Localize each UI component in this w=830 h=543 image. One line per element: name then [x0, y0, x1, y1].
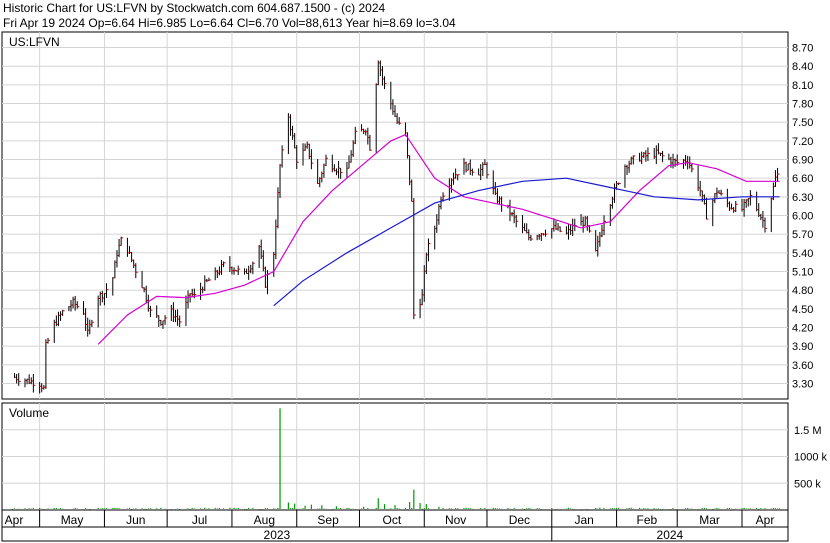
- price-axis: 8.70 8.40 8.10 7.80 7.50 7.20 6.90 6.60 6.30 6.00…: [792, 43, 813, 391]
- month-label: Feb: [637, 513, 658, 527]
- volume-tick-label: 1000 k: [794, 452, 828, 464]
- price-tick-label: 3.60: [792, 360, 813, 372]
- price-tick-label: 7.20: [792, 136, 813, 148]
- price-tick-label: 3.30: [792, 378, 813, 390]
- price-tick-label: 7.50: [792, 117, 813, 129]
- price-tick-label: 8.70: [792, 43, 813, 55]
- month-label: Jun: [126, 513, 145, 527]
- volume-tick-label: 1.5 M: [794, 425, 822, 437]
- month-label: Aug: [254, 513, 275, 527]
- month-label: Sep: [317, 513, 339, 527]
- price-panel-label: US:LFVN: [9, 35, 60, 49]
- price-tick-label: 4.20: [792, 322, 813, 334]
- month-label: Oct: [383, 513, 402, 527]
- month-label: Dec: [509, 513, 530, 527]
- price-tick-label: 7.80: [792, 99, 813, 111]
- price-tick-label: 5.10: [792, 266, 813, 278]
- month-label: Apr: [5, 513, 24, 527]
- price-tick-label: 3.90: [792, 341, 813, 353]
- price-tick-label: 6.00: [792, 211, 813, 223]
- month-label: May: [61, 513, 84, 527]
- volume-panel-label: Volume: [9, 406, 49, 420]
- price-tick-label: 8.10: [792, 80, 813, 92]
- month-label: Mar: [699, 513, 720, 527]
- price-tick-label: 4.50: [792, 304, 813, 316]
- price-tick-label: 5.40: [792, 248, 813, 260]
- month-label: Jan: [575, 513, 594, 527]
- price-tick-label: 4.80: [792, 285, 813, 297]
- month-label: Apr: [756, 513, 775, 527]
- volume-tick-label: 500 k: [794, 478, 821, 490]
- volume-axis: 1.5 M 1000 k 500 k: [794, 425, 828, 491]
- stock-chart: 8.70 8.40 8.10 7.80 7.50 7.20 6.90 6.60 6.30 6.00…: [1, 31, 828, 542]
- month-label: Nov: [445, 513, 466, 527]
- month-label: Jul: [192, 513, 207, 527]
- price-tick-label: 6.30: [792, 192, 813, 204]
- price-tick-label: 6.90: [792, 155, 813, 167]
- price-tick-label: 6.60: [792, 173, 813, 185]
- year-label: 2023: [264, 528, 291, 542]
- price-tick-label: 5.70: [792, 229, 813, 241]
- price-tick-label: 8.40: [792, 61, 813, 73]
- year-label: 2024: [657, 528, 684, 542]
